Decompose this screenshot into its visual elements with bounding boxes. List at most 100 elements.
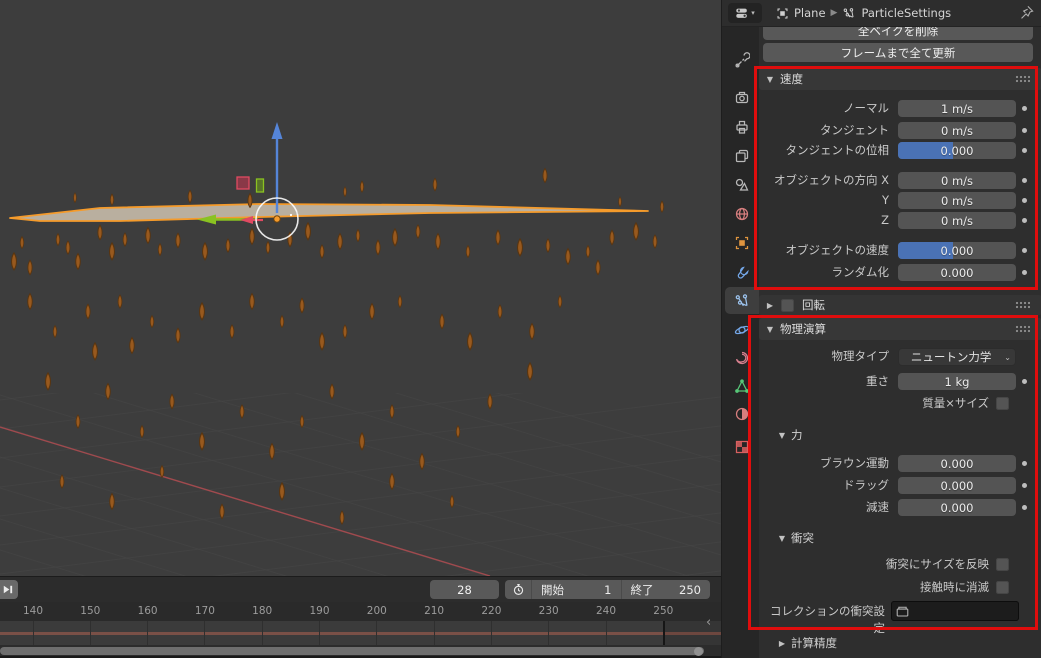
caret-down-icon: ▼ bbox=[766, 74, 774, 84]
editor-type-button[interactable]: ▾ bbox=[728, 3, 762, 23]
tick-gridline bbox=[32, 621, 34, 645]
panel-drag-grip[interactable] bbox=[1015, 75, 1030, 83]
free-all-bakes-button[interactable]: 全ベイクを削除 bbox=[763, 27, 1033, 40]
gizmo-red-plane-handle[interactable] bbox=[236, 176, 250, 190]
subpanel-forces-title: 力 bbox=[791, 428, 803, 442]
velocity-field[interactable]: 0.000 bbox=[898, 264, 1016, 281]
velocity-slider[interactable]: 0.000 bbox=[898, 142, 1016, 159]
scrollbar-knob[interactable] bbox=[694, 646, 703, 656]
tab-constraints[interactable] bbox=[725, 344, 759, 371]
properties-header: ▾ Plane ▶ ParticleSettings bbox=[722, 0, 1041, 27]
tick-label: 240 bbox=[595, 605, 617, 617]
tab-texture[interactable] bbox=[725, 433, 759, 460]
animate-dot[interactable] bbox=[1022, 198, 1027, 203]
object-origin-dot bbox=[273, 215, 281, 223]
velocity-row-label: タンジェントの位相 bbox=[785, 143, 890, 157]
animate-dot[interactable] bbox=[1022, 178, 1027, 183]
animate-dot[interactable] bbox=[1022, 106, 1027, 111]
timeline-scroll-area bbox=[0, 645, 721, 656]
panel-drag-grip[interactable] bbox=[1015, 325, 1030, 333]
breadcrumb-object[interactable]: Plane bbox=[794, 6, 826, 20]
animate-dot[interactable] bbox=[1022, 505, 1027, 510]
animate-dot[interactable] bbox=[1022, 128, 1027, 133]
pin-icon[interactable] bbox=[1019, 5, 1034, 24]
force-row-label: 減速 bbox=[866, 500, 889, 514]
tab-tool[interactable] bbox=[725, 46, 759, 73]
tab-scene[interactable] bbox=[725, 171, 759, 198]
force-field[interactable]: 0.000 bbox=[898, 499, 1016, 516]
breadcrumb-settings[interactable]: ParticleSettings bbox=[861, 6, 951, 20]
animate-dot[interactable] bbox=[1022, 483, 1027, 488]
animate-dot[interactable] bbox=[1022, 148, 1027, 153]
use-preview-range-toggle[interactable] bbox=[505, 580, 532, 599]
gizmo-z-arrowhead[interactable] bbox=[271, 122, 283, 139]
tab-render[interactable] bbox=[725, 84, 759, 111]
viewport-3d[interactable] bbox=[0, 0, 721, 576]
particle-dot bbox=[289, 213, 293, 217]
mass-field[interactable]: 1 kg bbox=[898, 373, 1016, 390]
tab-material[interactable] bbox=[725, 400, 759, 427]
tick-gridline bbox=[89, 621, 91, 645]
timeline-track[interactable] bbox=[0, 621, 721, 645]
animate-dot[interactable] bbox=[1022, 461, 1027, 466]
force-field[interactable]: 0.000 bbox=[898, 455, 1016, 472]
horizontal-scrollbar[interactable] bbox=[0, 647, 704, 655]
tab-physics[interactable] bbox=[725, 316, 759, 343]
current-frame-field[interactable]: 28 bbox=[430, 580, 499, 599]
collision-collection-field[interactable] bbox=[891, 601, 1019, 621]
velocity-field[interactable]: 0 m/s bbox=[898, 122, 1016, 139]
panel-drag-grip[interactable] bbox=[1015, 301, 1030, 309]
tick-gridline bbox=[204, 621, 206, 645]
velocity-field[interactable]: 0 m/s bbox=[898, 192, 1016, 209]
animate-dot[interactable] bbox=[1022, 270, 1027, 275]
plane-object[interactable] bbox=[9, 203, 649, 222]
multiply-size-checkbox[interactable] bbox=[996, 397, 1009, 410]
modifiers-icon bbox=[737, 266, 749, 279]
animate-dot[interactable] bbox=[1022, 379, 1027, 384]
region-collapse-chevron[interactable]: ‹ bbox=[706, 615, 711, 630]
stopwatch-icon bbox=[513, 584, 523, 595]
properties-content: 全ベイクを削除 フレームまで全て更新 ▼ 速度 ノーマル 1 m/s タンジェント 0… bbox=[759, 27, 1041, 658]
die-on-hit-checkbox[interactable] bbox=[996, 581, 1009, 594]
panel-rotation-header[interactable]: ▶ 回転 bbox=[759, 295, 1041, 315]
tab-modifiers[interactable] bbox=[725, 259, 759, 286]
panel-physics-header[interactable]: ▼ 物理演算 bbox=[759, 318, 1041, 340]
tick-label: 140 bbox=[22, 605, 44, 617]
update-all-to-frame-button[interactable]: フレームまで全て更新 bbox=[763, 43, 1033, 62]
velocity-slider[interactable]: 0.000 bbox=[898, 242, 1016, 259]
gizmo-green-plane-handle[interactable] bbox=[255, 178, 265, 193]
move-gizmo[interactable] bbox=[197, 122, 299, 241]
jump-to-end-button[interactable] bbox=[0, 580, 18, 599]
physics-type-dropdown[interactable]: ニュートン力学 ⌄ bbox=[898, 348, 1016, 366]
mass-label: 重さ bbox=[866, 374, 889, 388]
multiply-size-label: 質量×サイズ bbox=[922, 396, 989, 410]
panel-velocity-header[interactable]: ▼ 速度 bbox=[759, 68, 1041, 90]
subpanel-collision-header[interactable]: ▼ 衝突 bbox=[759, 529, 1041, 547]
tab-output[interactable] bbox=[725, 113, 759, 140]
tab-view-layer[interactable] bbox=[725, 142, 759, 169]
collection-icon bbox=[896, 606, 909, 616]
velocity-row-label: タンジェント bbox=[820, 123, 889, 137]
frame-range-group: 開始 1 終了 250 bbox=[505, 580, 710, 599]
rotation-enable-checkbox[interactable] bbox=[781, 298, 794, 312]
tick-gridline bbox=[261, 621, 263, 645]
timeline-ruler[interactable]: 140 150 160 170 180 190 200 210 220 230 240 250 bbox=[0, 602, 721, 621]
size-deflect-checkbox[interactable] bbox=[996, 558, 1009, 571]
start-frame-field[interactable]: 開始 1 bbox=[532, 580, 622, 599]
tab-world[interactable] bbox=[725, 200, 759, 227]
force-field[interactable]: 0.000 bbox=[898, 477, 1016, 494]
velocity-field[interactable]: 0 m/s bbox=[898, 212, 1016, 229]
world-icon bbox=[735, 207, 749, 220]
tab-object-data[interactable] bbox=[725, 372, 759, 399]
subpanel-forces-header[interactable]: ▼ 力 bbox=[759, 426, 1041, 444]
start-value: 1 bbox=[604, 582, 612, 597]
velocity-field[interactable]: 0 m/s bbox=[898, 172, 1016, 189]
animate-dot[interactable] bbox=[1022, 218, 1027, 223]
tab-particles[interactable] bbox=[725, 287, 759, 314]
tab-object[interactable] bbox=[725, 229, 759, 256]
velocity-field[interactable]: 1 m/s bbox=[898, 100, 1016, 117]
subpanel-integration-header[interactable]: ▶ 計算精度 bbox=[759, 634, 1041, 652]
end-frame-field[interactable]: 終了 250 bbox=[622, 580, 711, 599]
animate-dot[interactable] bbox=[1022, 248, 1027, 253]
force-row-label: ドラッグ bbox=[843, 478, 889, 492]
